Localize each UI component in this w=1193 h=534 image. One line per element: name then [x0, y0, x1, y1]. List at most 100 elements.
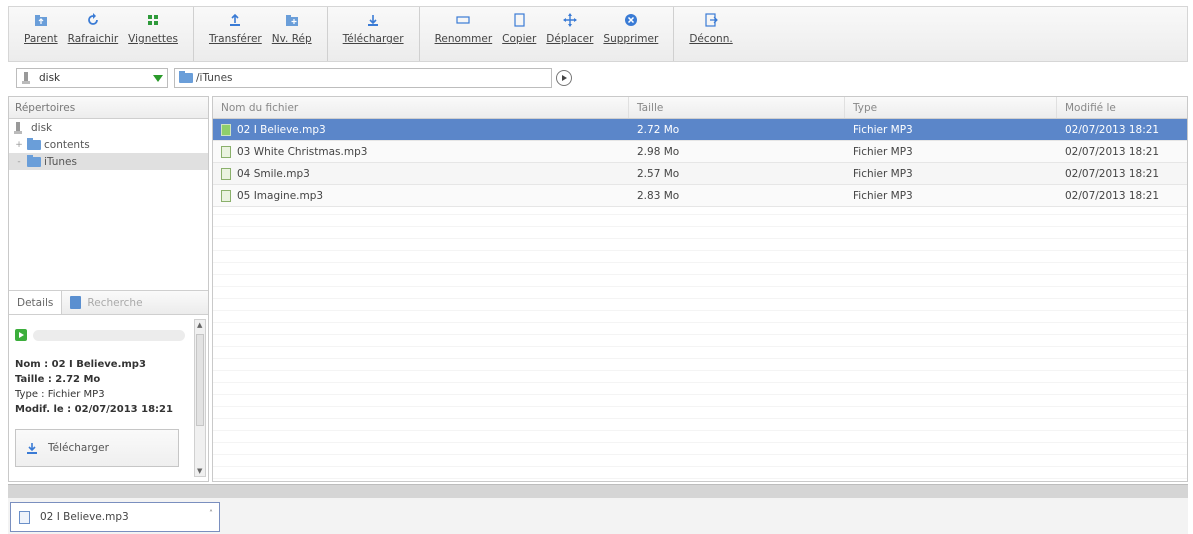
cell-text: 02/07/2013 18:21: [1065, 189, 1160, 202]
upload-button[interactable]: Transférer: [204, 7, 267, 45]
thumbnails-button[interactable]: Vignettes: [123, 7, 183, 45]
delete-button[interactable]: Supprimer: [598, 7, 663, 45]
table-row[interactable]: 02 I Believe.mp3 2.72 Mo Fichier MP3 02/07/…: [213, 119, 1187, 141]
go-button[interactable]: [556, 70, 572, 86]
column-header-size[interactable]: Taille: [629, 97, 845, 118]
download-item-label: 02 I Believe.mp3: [40, 511, 129, 523]
toolbar-group: Renommer Copier Déplacer Supprimer: [420, 7, 675, 61]
download-item[interactable]: 02 I Believe.mp3 ˄: [10, 502, 220, 532]
column-header-modified[interactable]: Modifié le: [1057, 97, 1187, 118]
drive-select-value: disk: [39, 72, 61, 84]
toolbar: Parent Rafraichir Vignettes Transférer Nv. R…: [8, 6, 1188, 62]
cell-text: Fichier MP3: [853, 123, 913, 136]
toolbar-button-label: Copier: [502, 33, 537, 45]
horizontal-scrollbar[interactable]: [8, 484, 1188, 498]
cell-text: 2.83 Mo: [637, 189, 680, 202]
download-icon: [27, 443, 37, 454]
tree-item-disk[interactable]: disk: [9, 119, 208, 136]
details-name: Nom : 02 I Believe.mp3: [15, 359, 146, 370]
cell-text: 02/07/2013 18:21: [1065, 123, 1160, 136]
scrollbar-thumb[interactable]: [196, 334, 204, 426]
download-label: Télécharger: [48, 442, 109, 454]
file-type-cell: Fichier MP3: [845, 168, 1057, 180]
toolbar-group: Transférer Nv. Rép: [194, 7, 328, 61]
file-modified-cell: 02/07/2013 18:21: [1057, 190, 1187, 202]
expand-icon[interactable]: +: [15, 140, 23, 150]
expand-icon[interactable]: -: [15, 157, 23, 167]
refresh-icon: [88, 13, 98, 25]
table-row[interactable]: 05 Imagine.mp3 2.83 Mo Fichier MP3 02/07/20…: [213, 185, 1187, 207]
toolbar-group: Déconn.: [674, 7, 747, 61]
file-name-cell: 04 Smile.mp3: [213, 167, 629, 180]
cell-text: 2.72 Mo: [637, 123, 680, 136]
play-icon[interactable]: [15, 329, 27, 341]
file-size-cell: 2.98 Mo: [629, 146, 845, 158]
details-modified: Modif. le : 02/07/2013 18:21: [15, 404, 173, 415]
file-list: Nom du fichier Taille Type Modifié le 02…: [212, 96, 1188, 482]
drive-select[interactable]: disk: [16, 68, 168, 88]
cell-text: 02/07/2013 18:21: [1065, 145, 1160, 158]
path-input[interactable]: /iTunes: [174, 68, 552, 88]
column-header-type[interactable]: Type: [845, 97, 1057, 118]
details-type: Type : Fichier MP3: [15, 389, 105, 400]
toolbar-button-label: Parent: [24, 33, 58, 45]
directory-tree: disk + contents - iTunes: [9, 119, 208, 291]
tab-search[interactable]: Recherche: [62, 291, 150, 314]
download-button[interactable]: Télécharger: [338, 7, 409, 45]
audio-file-icon: [19, 510, 30, 524]
cell-text: 2.57 Mo: [637, 167, 680, 180]
delete-icon: [624, 14, 637, 26]
logout-button[interactable]: Déconn.: [684, 7, 737, 45]
cell-text: 04 Smile.mp3: [237, 167, 310, 180]
tree-item-itunes[interactable]: - iTunes: [9, 153, 208, 170]
toolbar-button-label: Nv. Rép: [271, 33, 312, 45]
folder-icon: [179, 71, 193, 83]
chevron-up-icon[interactable]: ˄: [209, 509, 213, 518]
audio-progress-bar[interactable]: [33, 329, 185, 341]
scroll-down-icon[interactable]: ▼: [197, 467, 202, 475]
file-name-cell: 03 White Christmas.mp3: [213, 145, 629, 158]
tree-item-label: iTunes: [44, 155, 77, 168]
copy-button[interactable]: Copier: [497, 7, 541, 45]
file-modified-cell: 02/07/2013 18:21: [1057, 146, 1187, 158]
column-header-name[interactable]: Nom du fichier: [213, 97, 629, 118]
upload-icon: [230, 13, 241, 26]
toolbar-button-label: Télécharger: [342, 33, 404, 45]
details-download-button[interactable]: Télécharger: [15, 429, 179, 467]
toolbar-button-label: Supprimer: [603, 33, 659, 45]
parent-button[interactable]: Parent: [19, 7, 63, 45]
tab-details[interactable]: Details: [9, 291, 63, 314]
copy-icon: [514, 13, 525, 27]
cell-text: Fichier MP3: [853, 145, 913, 158]
tree-item-label: contents: [44, 138, 90, 151]
refresh-button[interactable]: Rafraichir: [63, 7, 124, 45]
toolbar-button-label: Renommer: [434, 33, 493, 45]
toolbar-button-label: Vignettes: [128, 33, 178, 45]
new-folder-button[interactable]: Nv. Rép: [267, 7, 317, 45]
cell-text: 02/07/2013 18:21: [1065, 167, 1160, 180]
tab-label: Recherche: [87, 296, 143, 309]
tree-item-label: disk: [31, 121, 53, 134]
table-row[interactable]: 03 White Christmas.mp3 2.98 Mo Fichier MP3…: [213, 141, 1187, 163]
folder-up-icon: [34, 15, 47, 26]
play-icon: [562, 75, 567, 81]
details-size: Taille : 2.72 Mo: [15, 374, 101, 385]
scroll-up-icon[interactable]: ▲: [197, 321, 202, 329]
audio-file-icon: [221, 145, 231, 158]
file-name-cell: 02 I Believe.mp3: [213, 123, 629, 136]
move-icon: [562, 13, 577, 27]
details-tabs: Details Recherche: [9, 291, 208, 315]
table-row[interactable]: 04 Smile.mp3 2.57 Mo Fichier MP3 02/07/2013…: [213, 163, 1187, 185]
file-list-header: Nom du fichier Taille Type Modifié le: [213, 97, 1187, 119]
tree-item-contents[interactable]: + contents: [9, 136, 208, 153]
chevron-down-icon[interactable]: [151, 71, 165, 85]
file-modified-cell: 02/07/2013 18:21: [1057, 124, 1187, 136]
cell-text: 2.98 Mo: [637, 145, 680, 158]
move-button[interactable]: Déplacer: [541, 7, 598, 45]
file-type-cell: Fichier MP3: [845, 124, 1057, 136]
rename-button[interactable]: Renommer: [430, 7, 498, 45]
cell-text: Fichier MP3: [853, 167, 913, 180]
audio-player: [15, 329, 202, 341]
details-scrollbar[interactable]: ▲ ▼: [194, 319, 206, 477]
file-modified-cell: 02/07/2013 18:21: [1057, 168, 1187, 180]
